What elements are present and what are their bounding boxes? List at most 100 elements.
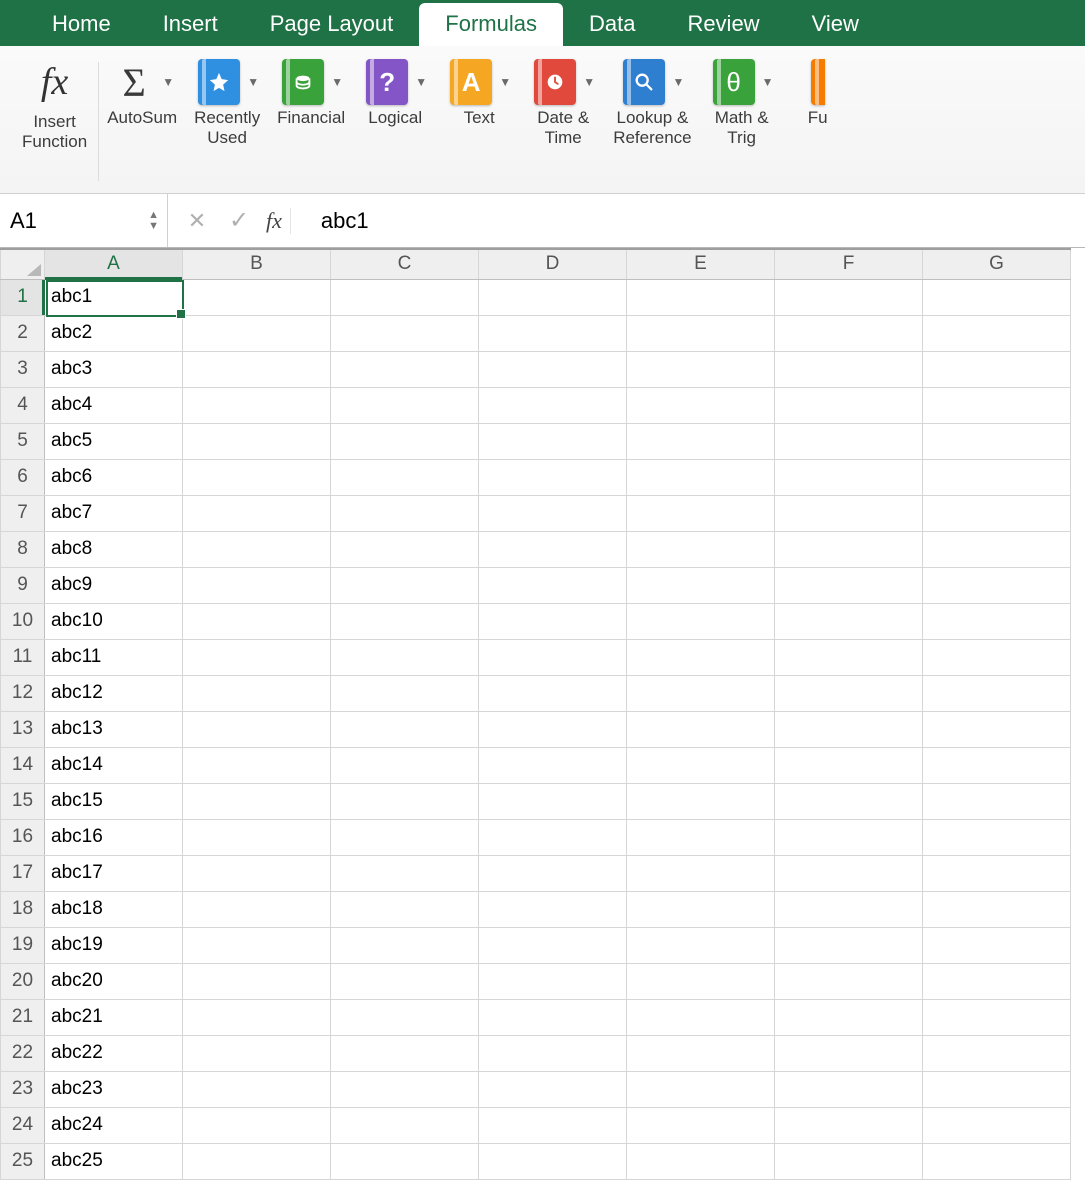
recently-used-button[interactable] — [193, 56, 245, 108]
cell[interactable] — [479, 747, 627, 783]
autosum-button[interactable]: Σ — [108, 56, 160, 108]
cell[interactable] — [627, 1071, 775, 1107]
cell[interactable] — [183, 927, 331, 963]
cell[interactable] — [627, 639, 775, 675]
cell[interactable] — [479, 1107, 627, 1143]
cell[interactable] — [775, 1107, 923, 1143]
cell[interactable] — [775, 351, 923, 387]
row-header[interactable]: 19 — [1, 927, 45, 963]
cell[interactable] — [923, 279, 1071, 315]
cell[interactable] — [775, 963, 923, 999]
cell[interactable]: abc25 — [45, 1143, 183, 1179]
cell[interactable] — [479, 855, 627, 891]
cell[interactable] — [479, 1035, 627, 1071]
cell[interactable] — [775, 423, 923, 459]
row-header[interactable]: 9 — [1, 567, 45, 603]
cell[interactable] — [183, 387, 331, 423]
cell[interactable] — [775, 315, 923, 351]
tab-review[interactable]: Review — [661, 3, 785, 46]
cell[interactable] — [923, 783, 1071, 819]
cell[interactable]: abc22 — [45, 1035, 183, 1071]
date-time-button[interactable] — [529, 56, 581, 108]
lookup-reference-button[interactable] — [618, 56, 670, 108]
tab-data[interactable]: Data — [563, 3, 661, 46]
row-header[interactable]: 14 — [1, 747, 45, 783]
cell[interactable] — [923, 639, 1071, 675]
cell[interactable] — [627, 711, 775, 747]
cell[interactable]: abc6 — [45, 459, 183, 495]
column-header-E[interactable]: E — [627, 249, 775, 279]
cell[interactable] — [775, 639, 923, 675]
cell[interactable] — [479, 639, 627, 675]
cell[interactable] — [923, 495, 1071, 531]
cell[interactable]: abc11 — [45, 639, 183, 675]
cell[interactable]: abc24 — [45, 1107, 183, 1143]
tab-home[interactable]: Home — [26, 3, 137, 46]
cell[interactable] — [627, 1143, 775, 1179]
row-header[interactable]: 24 — [1, 1107, 45, 1143]
cell[interactable] — [627, 1035, 775, 1071]
cell[interactable] — [183, 711, 331, 747]
cell[interactable] — [479, 459, 627, 495]
cell[interactable]: abc5 — [45, 423, 183, 459]
row-header[interactable]: 23 — [1, 1071, 45, 1107]
text-dropdown[interactable]: ▼ — [497, 56, 513, 108]
cell[interactable] — [775, 675, 923, 711]
cell[interactable] — [923, 387, 1071, 423]
cell[interactable]: abc12 — [45, 675, 183, 711]
cell[interactable] — [183, 855, 331, 891]
cell[interactable] — [923, 351, 1071, 387]
cell[interactable] — [627, 315, 775, 351]
cell[interactable] — [775, 855, 923, 891]
cell[interactable] — [331, 279, 479, 315]
cell[interactable] — [183, 1071, 331, 1107]
cell[interactable] — [627, 423, 775, 459]
cell[interactable] — [479, 423, 627, 459]
cell[interactable] — [479, 1143, 627, 1179]
cell[interactable] — [923, 1107, 1071, 1143]
cell[interactable] — [331, 927, 479, 963]
cell[interactable] — [479, 891, 627, 927]
cell[interactable] — [923, 891, 1071, 927]
cell[interactable] — [331, 459, 479, 495]
cell[interactable] — [775, 1035, 923, 1071]
cell[interactable] — [331, 855, 479, 891]
name-box[interactable]: A1 ▲▼ — [0, 194, 168, 247]
cell[interactable] — [479, 603, 627, 639]
cell[interactable]: abc13 — [45, 711, 183, 747]
cell[interactable]: abc8 — [45, 531, 183, 567]
row-header[interactable]: 6 — [1, 459, 45, 495]
cell[interactable] — [331, 1143, 479, 1179]
row-header[interactable]: 25 — [1, 1143, 45, 1179]
cell[interactable] — [331, 675, 479, 711]
cell[interactable] — [479, 711, 627, 747]
cell[interactable] — [627, 531, 775, 567]
cell[interactable] — [183, 639, 331, 675]
cell[interactable]: abc23 — [45, 1071, 183, 1107]
cell[interactable] — [923, 855, 1071, 891]
cell[interactable] — [627, 855, 775, 891]
cell[interactable] — [331, 567, 479, 603]
cell[interactable] — [479, 531, 627, 567]
cell[interactable] — [923, 1035, 1071, 1071]
cell[interactable] — [331, 783, 479, 819]
cell[interactable] — [775, 459, 923, 495]
cell[interactable] — [775, 603, 923, 639]
cell[interactable] — [183, 963, 331, 999]
cell[interactable] — [479, 963, 627, 999]
cell[interactable] — [183, 315, 331, 351]
financial-dropdown[interactable]: ▼ — [329, 56, 345, 108]
cell[interactable] — [775, 387, 923, 423]
cell[interactable] — [923, 819, 1071, 855]
cell[interactable] — [183, 747, 331, 783]
cell[interactable] — [923, 1071, 1071, 1107]
cell[interactable] — [331, 495, 479, 531]
math-trig-button[interactable]: θ — [708, 56, 760, 108]
cell[interactable] — [775, 819, 923, 855]
column-header-A[interactable]: A — [45, 249, 183, 279]
row-header[interactable]: 5 — [1, 423, 45, 459]
cell[interactable]: abc20 — [45, 963, 183, 999]
cell[interactable] — [627, 279, 775, 315]
cell[interactable] — [627, 999, 775, 1035]
cell[interactable] — [183, 1035, 331, 1071]
